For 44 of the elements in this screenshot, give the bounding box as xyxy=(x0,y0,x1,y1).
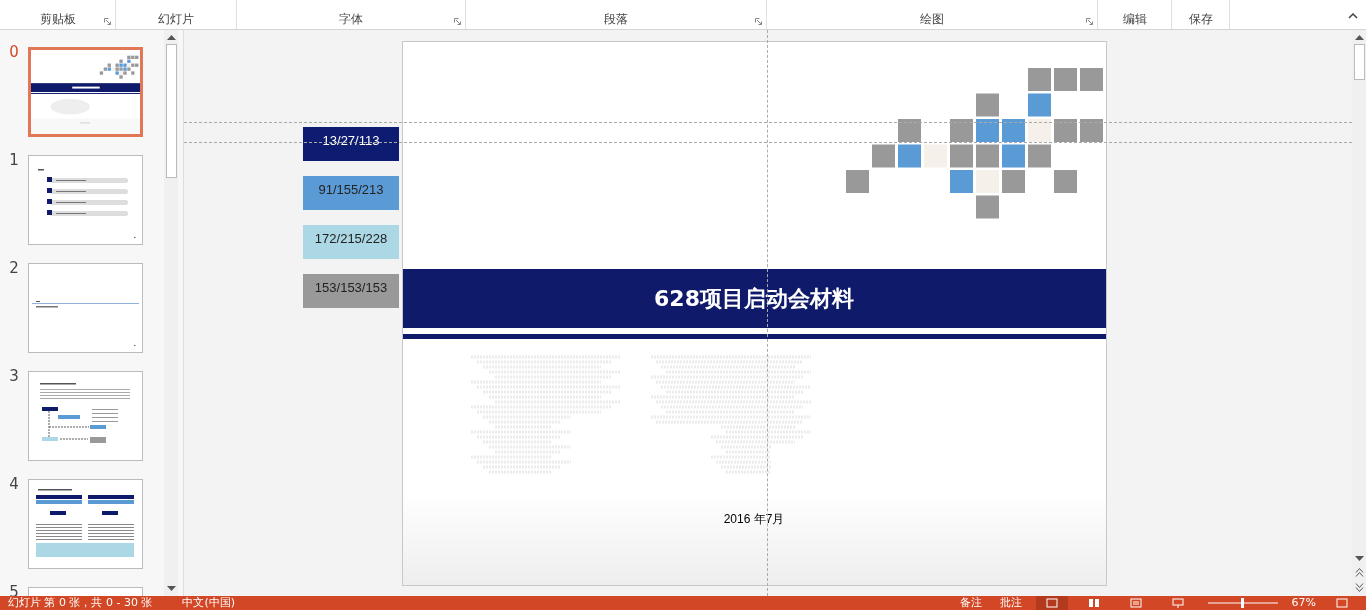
color-swatch-label: 172/215/228 xyxy=(303,225,399,259)
slide-thumbnail[interactable] xyxy=(28,371,143,461)
color-swatch-label: 91/155/213 xyxy=(303,176,399,210)
ribbon-group-label: 段落 xyxy=(604,12,628,26)
ribbon-group-label: 幻灯片 xyxy=(158,12,194,26)
scroll-thumb[interactable] xyxy=(1353,44,1365,80)
collapse-ribbon-icon[interactable] xyxy=(1348,13,1358,19)
ribbon-group-label: 绘图 xyxy=(920,12,944,26)
language-status[interactable]: 中文(中国) xyxy=(182,596,236,610)
scrollbar[interactable] xyxy=(1352,30,1366,596)
slide-title: 628项目启动会材料 xyxy=(654,284,854,313)
zoom-level[interactable]: 67% xyxy=(1291,596,1316,610)
scroll-down-icon[interactable] xyxy=(1354,556,1364,562)
normal-view-icon[interactable] xyxy=(1035,596,1068,610)
scroll-up-icon[interactable] xyxy=(166,34,176,40)
zoom-slider-icon[interactable] xyxy=(1207,598,1278,608)
scroll-down-icon[interactable] xyxy=(166,586,176,592)
ribbon-group-label: 保存 xyxy=(1188,12,1213,26)
color-swatch-label: 13/27/113 xyxy=(303,127,399,161)
next-slide-icon[interactable] xyxy=(1354,583,1364,592)
dialog-launcher-icon[interactable] xyxy=(755,18,762,25)
ribbon-group-label: 剪贴板 xyxy=(39,12,76,26)
dialog-launcher-icon[interactable] xyxy=(1086,18,1093,25)
slide-number: 3 xyxy=(8,367,20,385)
slide-number: 2 xyxy=(8,259,20,277)
scroll-thumb[interactable] xyxy=(165,44,177,178)
slide-number: 4 xyxy=(8,475,20,493)
slide-number: 0 xyxy=(8,43,20,61)
scroll-up-icon[interactable] xyxy=(1354,34,1364,40)
slide-thumbnail[interactable] xyxy=(28,47,143,137)
previous-slide-icon[interactable] xyxy=(1354,568,1364,577)
dialog-launcher-icon[interactable] xyxy=(454,18,461,25)
slide-thumbnail[interactable] xyxy=(28,479,143,569)
scrollbar[interactable] xyxy=(164,30,178,596)
notes-button[interactable]: 备注 xyxy=(955,596,986,610)
dialog-launcher-icon[interactable] xyxy=(104,18,111,25)
ribbon-group-label: 字体 xyxy=(339,12,363,26)
ribbon-group-label: 编辑 xyxy=(1122,12,1147,26)
slide-number: 1 xyxy=(8,151,20,169)
status-text: 幻灯片 第 0 张，共 0 - 30 张 xyxy=(8,596,153,610)
slide-thumbnail[interactable] xyxy=(28,155,143,245)
color-swatch-label: 153/153/153 xyxy=(303,274,399,308)
slide-thumbnail[interactable] xyxy=(28,263,143,353)
comments-button[interactable]: 批注 xyxy=(995,596,1026,610)
